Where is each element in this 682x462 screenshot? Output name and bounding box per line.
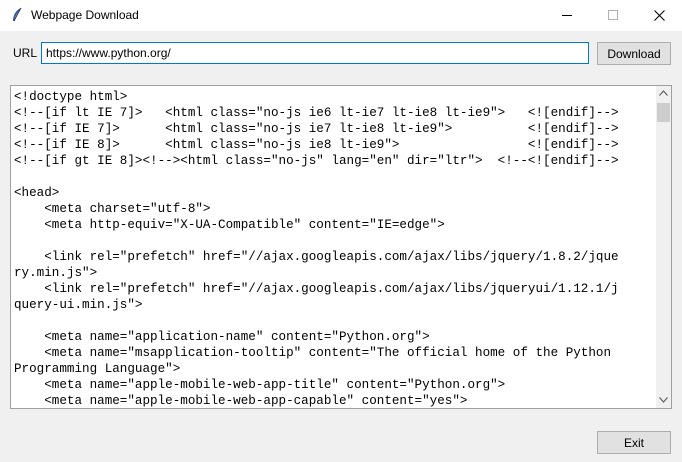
feather-icon xyxy=(10,7,24,23)
exit-button[interactable]: Exit xyxy=(597,431,671,454)
source-line: <link rel="prefetch" href="//ajax.google… xyxy=(14,282,619,296)
source-line: <head> xyxy=(14,186,60,200)
source-line: <!doctype html> xyxy=(14,90,128,104)
close-button[interactable] xyxy=(636,0,682,31)
scroll-thumb[interactable] xyxy=(657,103,670,122)
vertical-scrollbar[interactable] xyxy=(656,85,672,409)
source-line: <meta name="apple-mobile-web-app-capable… xyxy=(14,394,468,408)
maximize-button[interactable] xyxy=(590,0,636,31)
minimize-icon xyxy=(562,15,572,16)
maximize-icon xyxy=(608,10,618,20)
download-button[interactable]: Download xyxy=(597,42,671,65)
source-line: <meta name="application-name" content="P… xyxy=(14,330,430,344)
source-line: <meta http-equiv="X-UA-Compatible" conte… xyxy=(14,218,445,232)
html-content-textarea[interactable]: <!doctype html> <!--[if lt IE 7]> <html … xyxy=(10,85,656,409)
source-line: <!--[if IE 7]> <html class="no-js ie7 lt… xyxy=(14,122,619,136)
chevron-up-icon xyxy=(659,90,668,96)
window-title: Webpage Download xyxy=(31,8,139,22)
source-line: <!--[if IE 8]> <html class="no-js ie8 lt… xyxy=(14,138,619,152)
source-line: <meta charset="utf-8"> xyxy=(14,202,211,216)
source-line: Programming Language"> xyxy=(14,362,181,376)
close-icon xyxy=(654,10,665,21)
url-label: URL xyxy=(13,46,38,60)
source-line: <meta name="msapplication-tooltip" conte… xyxy=(14,346,612,360)
source-line: <link rel="prefetch" href="//ajax.google… xyxy=(14,250,619,264)
source-line: query-ui.min.js"> xyxy=(14,298,143,312)
html-source-text: <!doctype html> <!--[if lt IE 7]> <html … xyxy=(11,86,656,408)
url-input[interactable] xyxy=(41,42,589,64)
chevron-down-icon xyxy=(659,397,668,403)
scroll-up-button[interactable] xyxy=(656,86,671,101)
source-line: <!--[if lt IE 7]> <html class="no-js ie6… xyxy=(14,106,619,120)
title-bar: Webpage Download xyxy=(0,0,682,31)
minimize-button[interactable] xyxy=(544,0,590,31)
source-line: <meta name="apple-mobile-web-app-title" … xyxy=(14,378,506,392)
source-line: <!--[if gt IE 8]><!--><html class="no-js… xyxy=(14,154,619,168)
source-line: ry.min.js"> xyxy=(14,266,98,280)
scroll-down-button[interactable] xyxy=(656,393,671,408)
